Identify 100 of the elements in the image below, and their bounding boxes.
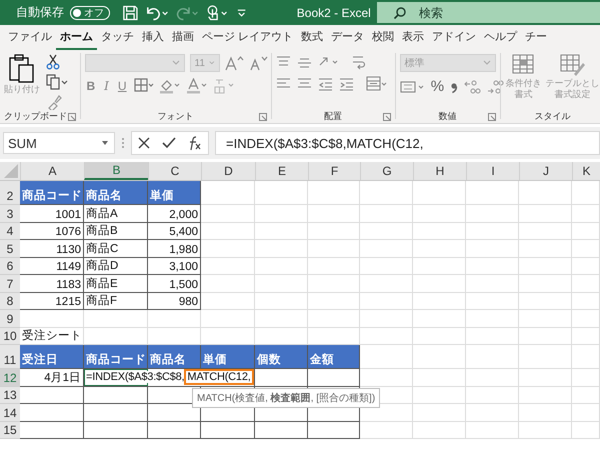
sheet-cell[interactable]: [519, 275, 572, 292]
sheet-cell[interactable]: [466, 369, 519, 387]
sheet-cell[interactable]: [360, 328, 413, 345]
sheet-cell[interactable]: [413, 240, 466, 258]
sheet-cell[interactable]: [466, 328, 519, 345]
sheet-cell[interactable]: [255, 240, 308, 258]
ribbon-tab[interactable]: 数式: [297, 24, 328, 50]
sheet-cell[interactable]: [413, 181, 466, 205]
sheet-cell[interactable]: [519, 181, 572, 205]
sheet-cell[interactable]: [519, 205, 572, 222]
sheet-cell[interactable]: [519, 240, 572, 258]
sheet-cell[interactable]: [572, 292, 600, 310]
search-bar[interactable]: 検索: [376, 2, 600, 23]
sheet-cell[interactable]: [572, 205, 600, 222]
row-header[interactable]: 9: [0, 310, 20, 328]
sheet-cell[interactable]: [255, 258, 308, 275]
ribbon-tab[interactable]: ヘルプ: [480, 24, 522, 50]
sheet-cell[interactable]: [413, 386, 466, 404]
sheet-cell[interactable]: [148, 310, 201, 328]
row-header[interactable]: 12: [0, 369, 20, 387]
sheet-cell[interactable]: [466, 422, 519, 439]
sheet-cell[interactable]: [572, 404, 600, 422]
sheet-cell[interactable]: [572, 345, 600, 369]
row-header[interactable]: 13: [0, 386, 20, 404]
sheet-cell[interactable]: [466, 275, 519, 292]
sheet-cell[interactable]: [466, 258, 519, 275]
sheet-cell[interactable]: [413, 222, 466, 240]
row-header[interactable]: 8: [0, 292, 20, 310]
save-icon[interactable]: [122, 4, 139, 22]
sheet-cell[interactable]: [308, 310, 360, 328]
sheet-cell[interactable]: [308, 205, 360, 222]
sheet-cell[interactable]: [201, 292, 255, 310]
sheet-cell[interactable]: [572, 181, 600, 205]
sheet-cell[interactable]: [360, 422, 413, 439]
sheet-cell[interactable]: [413, 205, 466, 222]
sheet-cell[interactable]: [519, 369, 572, 387]
sheet-cell[interactable]: [572, 275, 600, 292]
sheet-cell[interactable]: [572, 258, 600, 275]
ribbon-tab[interactable]: 校閲: [368, 24, 398, 50]
column-header[interactable]: I: [466, 162, 519, 180]
column-header[interactable]: F: [308, 162, 360, 180]
sheet-cell[interactable]: [255, 292, 308, 310]
sheet-cell[interactable]: [360, 292, 413, 310]
sheet-cell[interactable]: [413, 328, 466, 345]
sheet-cell[interactable]: [572, 386, 600, 404]
row-header[interactable]: 3: [0, 205, 20, 222]
splitter-handle-icon[interactable]: [121, 136, 125, 150]
sheet-cell[interactable]: [201, 310, 255, 328]
sheet-cell[interactable]: [519, 292, 572, 310]
sheet-cell[interactable]: [466, 404, 519, 422]
row-header[interactable]: 5: [0, 240, 20, 258]
sheet-cell[interactable]: [413, 258, 466, 275]
column-header[interactable]: J: [519, 162, 572, 180]
sheet-cell[interactable]: [519, 386, 572, 404]
active-cell[interactable]: =INDEX($A$3:$C$8, MATCH(C12,: [84, 369, 255, 387]
row-header[interactable]: 10: [0, 328, 20, 345]
sheet-cell[interactable]: [413, 275, 466, 292]
sheet-cell[interactable]: [466, 345, 519, 369]
ribbon-tab[interactable]: チー: [521, 24, 552, 50]
row-header[interactable]: 6: [0, 258, 20, 275]
ribbon-tab[interactable]: データ: [327, 24, 368, 50]
column-header[interactable]: D: [201, 162, 255, 180]
sheet-cell[interactable]: [413, 310, 466, 328]
sheet-cell[interactable]: [466, 292, 519, 310]
sheet-cell[interactable]: [308, 292, 360, 310]
sheet-cell[interactable]: [20, 310, 84, 328]
sheet-cell[interactable]: [413, 369, 466, 387]
sheet-cell[interactable]: [84, 310, 148, 328]
ribbon-tab[interactable]: ページ レイアウト: [198, 24, 298, 50]
sheet-cell[interactable]: [308, 258, 360, 275]
sheet-cell[interactable]: [466, 222, 519, 240]
ribbon-tab[interactable]: ファイル: [4, 24, 56, 50]
ribbon-tab[interactable]: アドイン: [428, 24, 480, 50]
autosave-toggle[interactable]: オフ: [70, 6, 110, 20]
sheet-cell[interactable]: [360, 222, 413, 240]
sheet-cell[interactable]: [466, 310, 519, 328]
sheet-cell[interactable]: [360, 345, 413, 369]
sheet-cell[interactable]: [413, 422, 466, 439]
sheet-cell[interactable]: [572, 310, 600, 328]
sheet-cell[interactable]: [360, 404, 413, 422]
cancel-icon[interactable]: [137, 136, 151, 150]
function-icon[interactable]: [187, 135, 203, 151]
sheet-cell[interactable]: [572, 240, 600, 258]
column-header[interactable]: C: [148, 162, 201, 180]
sheet-cell[interactable]: [255, 205, 308, 222]
sheet-cell[interactable]: [360, 240, 413, 258]
column-header[interactable]: K: [572, 162, 600, 180]
sheet-cell[interactable]: [519, 404, 572, 422]
sheet-cell[interactable]: [360, 369, 413, 387]
sheet-cell[interactable]: [572, 222, 600, 240]
sheet-cell[interactable]: [466, 181, 519, 205]
row-header[interactable]: 11: [0, 345, 20, 369]
sheet-cell[interactable]: [466, 240, 519, 258]
sheet-cell[interactable]: [519, 328, 572, 345]
sheet-cell[interactable]: [308, 222, 360, 240]
sheet-cell[interactable]: [201, 205, 255, 222]
ribbon-tab[interactable]: タッチ: [97, 24, 138, 50]
column-header[interactable]: E: [255, 162, 308, 180]
name-box[interactable]: SUM: [3, 132, 115, 154]
column-header[interactable]: B: [84, 162, 148, 180]
